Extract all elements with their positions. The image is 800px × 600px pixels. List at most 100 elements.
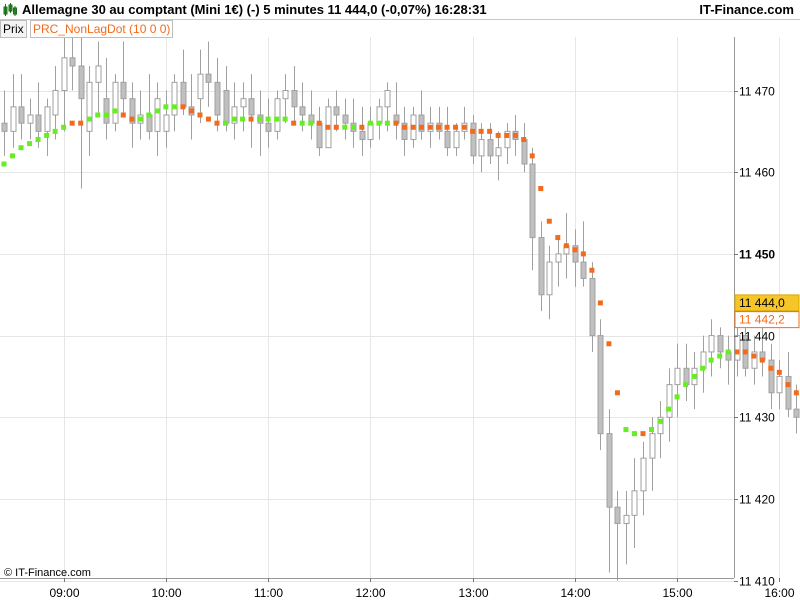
- candle: [504, 123, 511, 165]
- nonlagdot-point: [410, 124, 416, 130]
- nonlagdot-point: [495, 132, 501, 138]
- nonlagdot-point: [504, 132, 510, 138]
- brand-label: IT-Finance.com: [699, 2, 794, 17]
- candle-body: [78, 65, 85, 100]
- candle: [538, 221, 545, 312]
- nonlagdot-point: [333, 124, 339, 130]
- indicator-label[interactable]: PRC_NonLagDot (10 0 0): [30, 20, 174, 38]
- candle-body: [606, 433, 613, 508]
- candle: [1, 90, 8, 156]
- candle-body: [1, 122, 8, 132]
- candle-body: [18, 106, 25, 124]
- candle-body: [154, 98, 161, 132]
- candle-body: [580, 261, 587, 279]
- nonlagdot-point: [691, 373, 697, 379]
- nonlagdot-point: [563, 243, 569, 249]
- nonlagdot-point: [521, 137, 527, 143]
- candle: [52, 65, 59, 140]
- candle-body: [649, 433, 656, 459]
- candle: [78, 33, 85, 189]
- candle-body: [214, 81, 221, 116]
- nonlagdot-point: [163, 104, 169, 110]
- nonlagdot-point: [546, 218, 552, 224]
- candle: [231, 82, 238, 140]
- candle-body: [793, 408, 800, 418]
- chart-type-icon[interactable]: [3, 3, 17, 17]
- candle: [282, 74, 289, 124]
- y-tick-label: 11 470: [739, 85, 775, 99]
- candle-body: [453, 130, 460, 149]
- nonlagdot-point: [291, 120, 297, 126]
- candle: [18, 74, 25, 140]
- candle: [393, 82, 400, 140]
- candle: [776, 360, 783, 410]
- price-series-label[interactable]: Prix: [0, 20, 27, 38]
- nonlagdot-point: [427, 124, 433, 130]
- nonlagdot-point: [768, 365, 774, 371]
- candle-body: [785, 375, 792, 410]
- nonlagdot-point: [657, 418, 663, 424]
- candle: [376, 98, 383, 140]
- candle-body: [103, 98, 110, 124]
- nonlagdot-point: [793, 390, 799, 396]
- candle: [112, 74, 119, 132]
- candle: [214, 57, 221, 132]
- x-tick-label: 14:00: [560, 586, 590, 600]
- candle: [248, 74, 255, 148]
- nonlagdot-point: [470, 128, 476, 134]
- nonlagdot-point: [674, 394, 680, 400]
- nonlagdot-point: [461, 124, 467, 130]
- candle: [308, 90, 315, 140]
- nonlagdot-point: [453, 124, 459, 130]
- candle-body: [265, 122, 272, 132]
- candle-body: [521, 139, 528, 165]
- candle-body: [623, 514, 630, 525]
- nonlagdot-point: [436, 124, 442, 130]
- candle: [555, 237, 562, 287]
- x-tick-label: 13:00: [458, 586, 488, 600]
- candle: [614, 490, 621, 581]
- nonlagdot-point: [61, 124, 67, 130]
- nonlagdot-point: [350, 124, 356, 130]
- candle-body: [69, 57, 76, 67]
- nonlagdot-point: [487, 128, 493, 134]
- candle: [274, 90, 281, 140]
- nonlagdot-point: [308, 120, 314, 126]
- nonlagdot-point: [580, 251, 586, 257]
- candle: [623, 490, 630, 565]
- nonlagdot-point: [512, 132, 518, 138]
- candle: [359, 106, 366, 156]
- x-tick-label: 11:00: [254, 586, 283, 600]
- candle-body: [529, 163, 536, 239]
- y-tick-label: 11 420: [739, 493, 775, 507]
- candle: [674, 343, 681, 418]
- candle: [597, 319, 604, 450]
- nonlagdot-point: [478, 128, 484, 134]
- candle: [257, 90, 264, 156]
- candle: [342, 98, 349, 140]
- candle-body: [333, 106, 340, 116]
- price-chart[interactable]: 11 41011 42011 43011 44011 45011 46011 4…: [0, 0, 800, 600]
- indicator-value-label: 11 442,2: [739, 313, 785, 327]
- y-tick-label: 11 440: [739, 330, 775, 344]
- nonlagdot-point: [129, 116, 135, 122]
- candle-body: [384, 90, 391, 108]
- chart-header: Allemagne 30 au comptant (Mini 1€) (-) 5…: [0, 0, 800, 20]
- candle-body: [282, 90, 289, 100]
- y-tick-label: 11 430: [739, 411, 775, 425]
- nonlagdot-point: [759, 357, 765, 363]
- nonlagdot-point: [325, 124, 331, 130]
- nonlagdot-point: [197, 112, 203, 118]
- nonlagdot-point: [171, 104, 177, 110]
- nonlagdot-point: [623, 427, 629, 433]
- candle-body: [316, 122, 323, 149]
- candle-body: [197, 73, 204, 100]
- nonlagdot-point: [572, 247, 578, 253]
- candle-body: [717, 335, 724, 353]
- candle-body: [61, 57, 68, 91]
- candle: [120, 41, 127, 116]
- nonlagdot-point: [785, 382, 791, 388]
- candle: [683, 343, 690, 401]
- candle: [291, 65, 298, 124]
- candle: [367, 106, 374, 148]
